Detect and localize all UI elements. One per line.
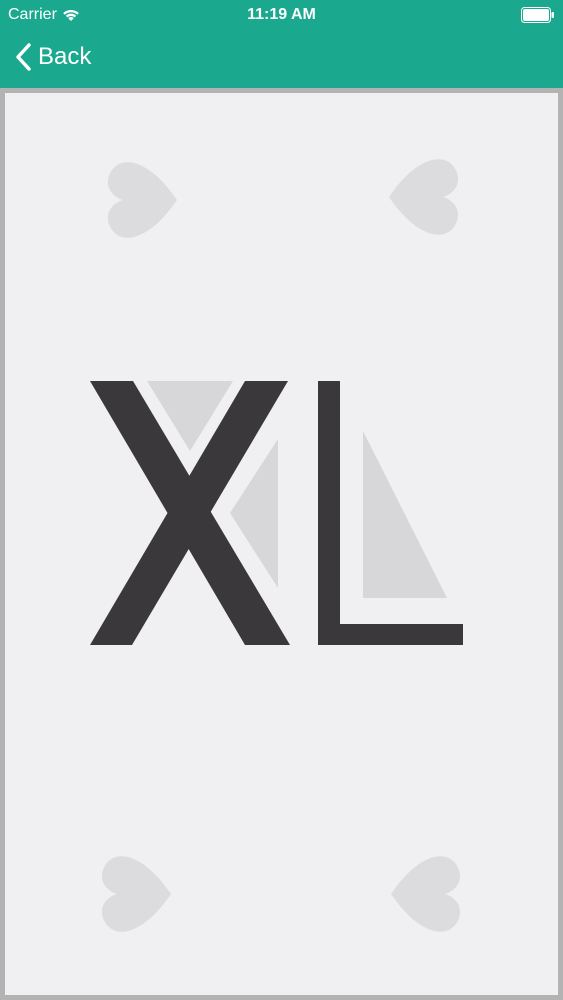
card-face: [90, 159, 463, 932]
chevron-left-icon: [14, 43, 32, 71]
back-label: Back: [38, 43, 92, 70]
back-button[interactable]: Back: [14, 40, 91, 74]
status-time: 11:19 AM: [247, 6, 316, 23]
navigation-header: Carrier 11:19 AM Back: [0, 0, 563, 88]
battery-icon: [521, 7, 555, 23]
xl-logo: [90, 381, 463, 645]
heart-icon: [389, 159, 458, 235]
heart-icon: [108, 162, 177, 238]
status-bar: Carrier 11:19 AM: [0, 0, 563, 30]
playing-card[interactable]: XL: [0, 88, 563, 1000]
heart-icon: [102, 856, 171, 932]
logo-triangle-right: [363, 431, 447, 598]
heart-icon: [391, 856, 460, 932]
